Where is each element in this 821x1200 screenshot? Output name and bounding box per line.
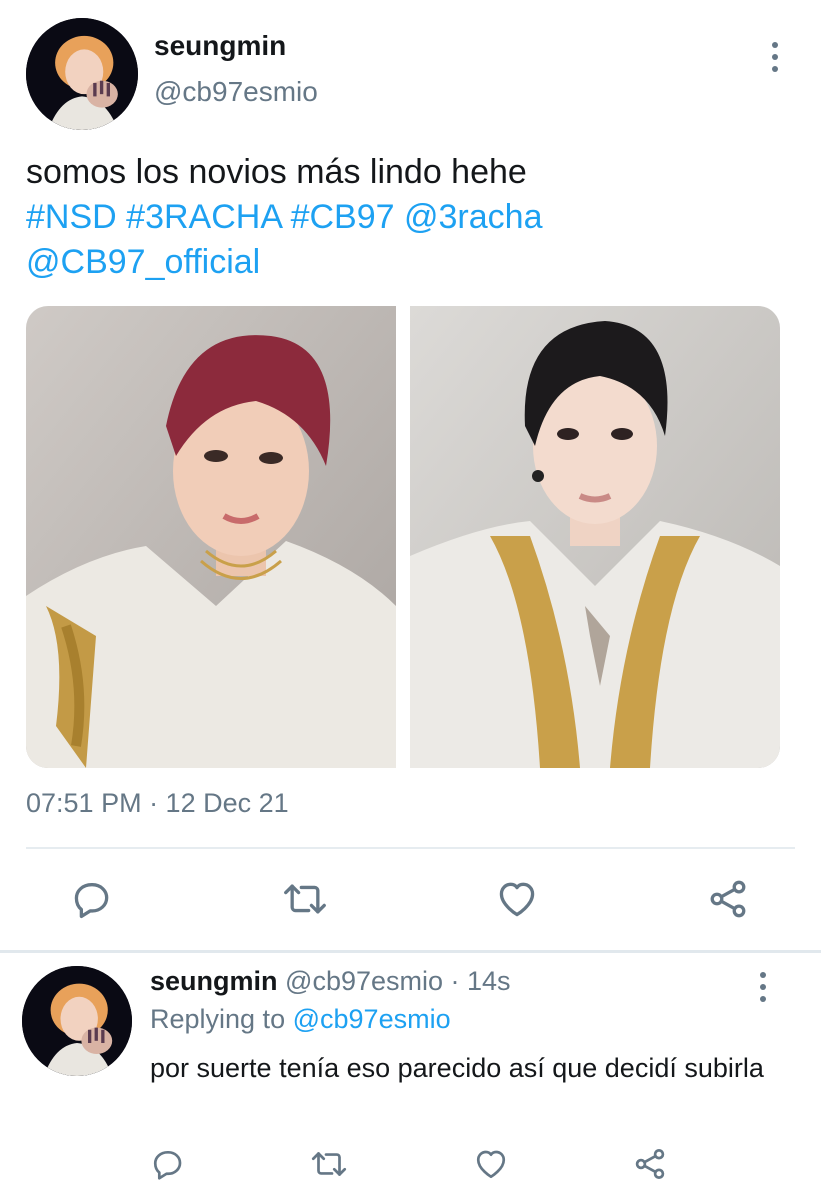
- like-icon[interactable]: [473, 1146, 509, 1182]
- author-avatar[interactable]: [26, 18, 138, 130]
- reply-icon[interactable]: [150, 1146, 186, 1182]
- hashtag-cb97[interactable]: #CB97: [291, 198, 395, 236]
- tweet-timestamp[interactable]: 07:51 PM · 12 Dec 21: [26, 788, 289, 819]
- photo-dark-haired-person-icon: [410, 306, 780, 768]
- reply-header: seungmin @cb97esmio · 14s: [150, 966, 511, 997]
- reply-more-options-icon[interactable]: [757, 972, 769, 1002]
- author-name[interactable]: seungmin: [154, 30, 286, 62]
- profile-avatar-icon: [26, 18, 138, 130]
- hashtag-3racha[interactable]: #3RACHA: [126, 198, 281, 236]
- retweet-icon[interactable]: [281, 877, 329, 921]
- share-icon[interactable]: [632, 1146, 668, 1182]
- tweet-media: [26, 306, 780, 768]
- reply-time[interactable]: · 14s: [451, 966, 511, 996]
- replying-to: Replying to @cb97esmio: [150, 1004, 451, 1035]
- photo-red-haired-person-icon: [26, 306, 396, 768]
- share-icon[interactable]: [706, 877, 750, 921]
- retweet-icon[interactable]: [309, 1146, 349, 1182]
- more-options-icon[interactable]: [769, 42, 781, 72]
- reply-icon[interactable]: [70, 877, 114, 921]
- tweet-text: somos los novios más lindo hehe #NSD #3R…: [26, 150, 786, 285]
- mention-3racha[interactable]: @3racha: [404, 198, 542, 236]
- hashtag-nsd[interactable]: #NSD: [26, 198, 117, 236]
- tweet-text-line: somos los novios más lindo hehe: [26, 153, 527, 191]
- divider: [26, 847, 795, 849]
- reply-author-name[interactable]: seungmin: [150, 966, 278, 996]
- replying-to-handle[interactable]: @cb97esmio: [293, 1004, 451, 1034]
- author-handle[interactable]: @cb97esmio: [154, 76, 318, 108]
- reply-actions: [150, 1142, 668, 1186]
- tweet-actions: [70, 872, 750, 926]
- profile-avatar-icon: [22, 966, 132, 1076]
- replying-prefix: Replying to: [150, 1004, 286, 1034]
- reply-text: por suerte tenía eso parecido así que de…: [150, 1053, 764, 1083]
- media-photo-2[interactable]: [410, 306, 780, 768]
- like-icon[interactable]: [495, 877, 539, 921]
- section-divider: [0, 950, 821, 953]
- reply-author-handle[interactable]: @cb97esmio: [285, 966, 443, 996]
- mention-cb97-official[interactable]: @CB97_official: [26, 243, 260, 281]
- reply-author-avatar[interactable]: [22, 966, 132, 1076]
- media-photo-1[interactable]: [26, 306, 396, 768]
